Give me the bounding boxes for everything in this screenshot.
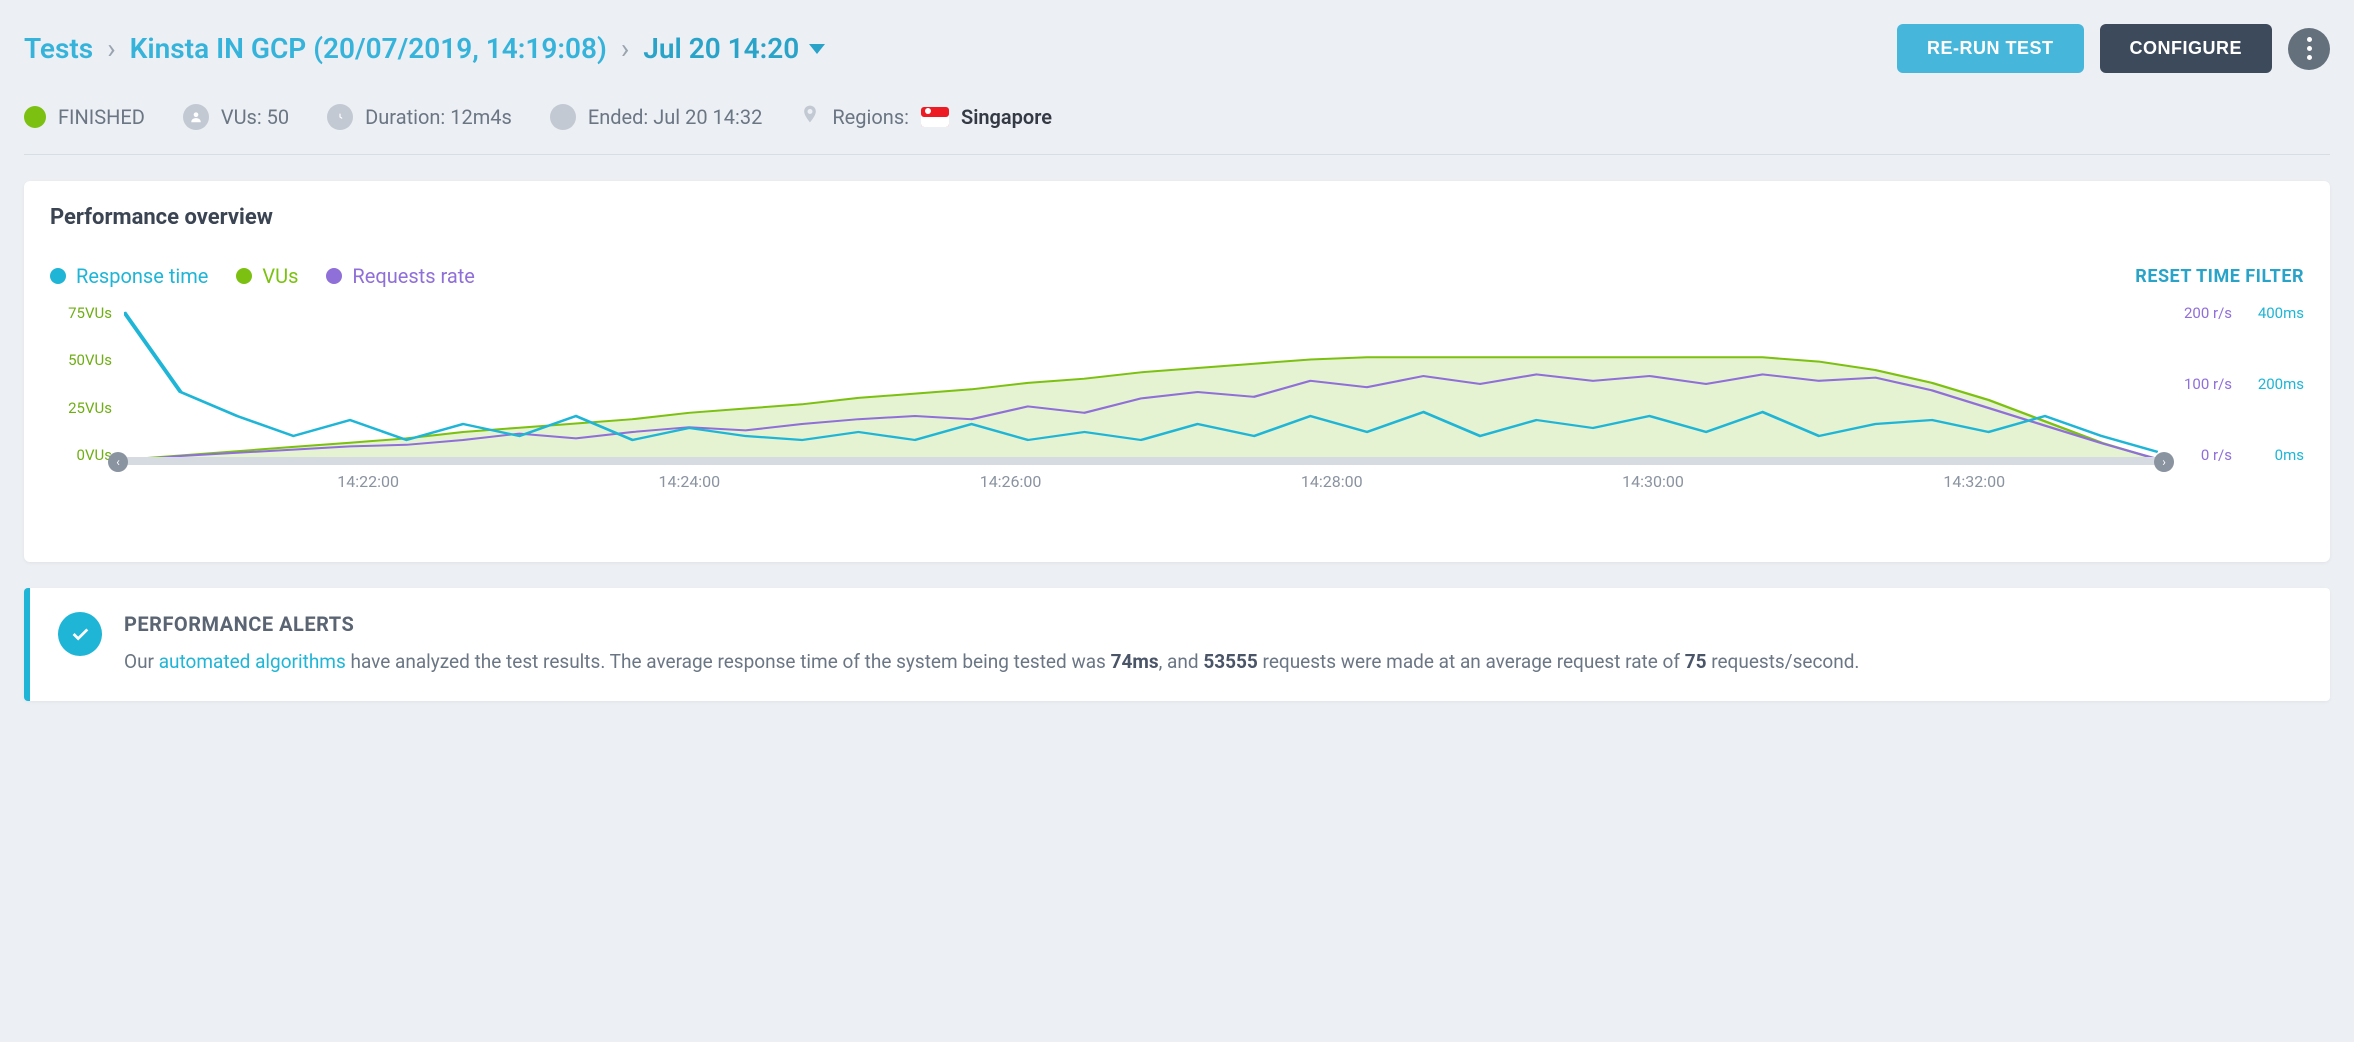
performance-overview-card: Performance overview Response time VUs R… xyxy=(24,181,2330,562)
breadcrumb-root[interactable]: Tests xyxy=(24,32,93,65)
avg-response-time: 74ms xyxy=(1111,650,1159,673)
y-axis-ms: 400ms 200ms 0ms xyxy=(2240,304,2304,464)
time-scrubber[interactable]: ‹ › xyxy=(108,452,2174,470)
reset-time-filter-link[interactable]: RESET TIME FILTER xyxy=(2135,266,2304,287)
y-axis-reqs: 200 r/s 100 r/s 0 r/s xyxy=(2172,304,2232,464)
chevron-down-icon xyxy=(809,44,825,54)
performance-chart[interactable]: 75VUs 50VUs 25VUs 0VUs 200 r/s 100 r/s 0… xyxy=(50,304,2304,514)
breadcrumb-project[interactable]: Kinsta IN GCP (20/07/2019, 14:19:08) xyxy=(130,32,607,65)
breadcrumb-current-dropdown[interactable]: Jul 20 14:20 xyxy=(643,32,825,65)
breadcrumb-current-label: Jul 20 14:20 xyxy=(643,32,799,65)
chart-plot-area[interactable] xyxy=(124,304,2158,464)
performance-alerts-panel: PERFORMANCE ALERTS Our automated algorit… xyxy=(24,588,2330,701)
chevron-right-icon: › xyxy=(621,32,629,65)
regions-label: Regions: xyxy=(832,105,909,129)
duration-meta: Duration: 12m4s xyxy=(327,104,512,130)
topbar: Tests › Kinsta IN GCP (20/07/2019, 14:19… xyxy=(24,0,2330,85)
status-label: FINISHED xyxy=(58,105,145,129)
test-meta-row: FINISHED VUs: 50 Duration: 12m4s Ended: … xyxy=(24,85,2330,155)
legend-vus[interactable]: VUs xyxy=(236,264,298,288)
regions-meta: Regions: Singapore xyxy=(800,101,1052,132)
card-title: Performance overview xyxy=(50,205,2304,230)
alerts-body: Our automated algorithms have analyzed t… xyxy=(124,646,1859,677)
clock-icon xyxy=(327,104,353,130)
status-badge: FINISHED xyxy=(24,105,145,129)
chevron-right-icon: › xyxy=(107,32,115,65)
dot-icon xyxy=(550,104,576,130)
y-axis-vus: 75VUs 50VUs 25VUs 0VUs xyxy=(50,304,112,464)
legend-requests-rate[interactable]: Requests rate xyxy=(326,264,475,288)
scrubber-track[interactable] xyxy=(124,457,2158,465)
x-axis: 14:22:00 14:24:00 14:26:00 14:28:00 14:3… xyxy=(124,472,2158,491)
map-pin-icon xyxy=(800,101,820,132)
configure-button[interactable]: CONFIGURE xyxy=(2100,24,2273,73)
scrubber-handle-left[interactable]: ‹ xyxy=(108,452,128,472)
user-icon xyxy=(183,104,209,130)
region-name: Singapore xyxy=(961,105,1052,129)
check-circle-icon xyxy=(58,612,102,656)
status-dot-icon xyxy=(24,106,46,128)
chart-legend: Response time VUs Requests rate xyxy=(50,264,475,288)
request-count: 53555 xyxy=(1203,650,1258,673)
flag-sg-icon xyxy=(921,107,949,127)
alerts-title: PERFORMANCE ALERTS xyxy=(124,612,1859,636)
action-buttons: RE-RUN TEST CONFIGURE xyxy=(1897,24,2330,73)
ended-label: Ended: Jul 20 14:32 xyxy=(588,105,763,129)
duration-label: Duration: 12m4s xyxy=(365,105,512,129)
ended-meta: Ended: Jul 20 14:32 xyxy=(550,104,763,130)
automated-algorithms-link[interactable]: automated algorithms xyxy=(159,650,346,673)
rerun-test-button[interactable]: RE-RUN TEST xyxy=(1897,24,2084,73)
vus-meta: VUs: 50 xyxy=(183,104,289,130)
breadcrumb: Tests › Kinsta IN GCP (20/07/2019, 14:19… xyxy=(24,32,825,65)
vus-label: VUs: 50 xyxy=(221,105,289,129)
legend-response-time[interactable]: Response time xyxy=(50,264,208,288)
avg-request-rate: 75 xyxy=(1685,650,1707,673)
more-menu-button[interactable] xyxy=(2288,28,2330,70)
scrubber-handle-right[interactable]: › xyxy=(2154,452,2174,472)
